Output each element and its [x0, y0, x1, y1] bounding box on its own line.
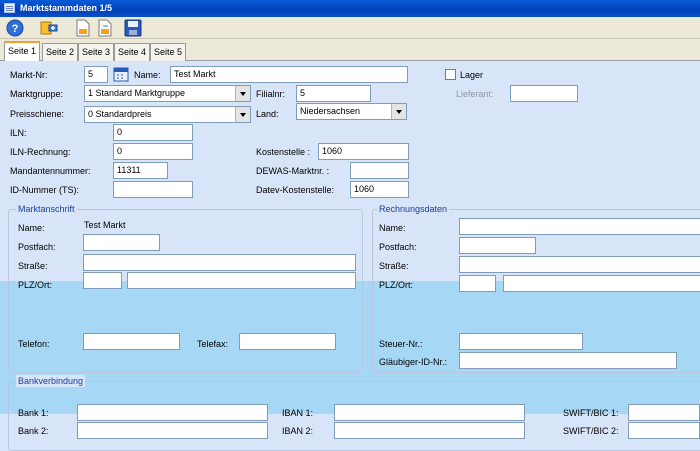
rd-postfach-field[interactable] — [459, 237, 536, 254]
ma-telefon-label: Telefon: — [18, 339, 50, 349]
ma-ort-field[interactable] — [127, 272, 356, 289]
dewas-field[interactable] — [350, 162, 409, 179]
iln-rechnung-label: ILN-Rechnung: — [10, 147, 71, 157]
mandantennummer-field[interactable]: 11311 — [113, 162, 168, 179]
land-value: Niedersachsen — [300, 106, 361, 116]
chevron-down-icon[interactable] — [391, 104, 406, 119]
ma-plz-ort-label: PLZ/Ort: — [18, 280, 53, 290]
tab-seite-4[interactable]: Seite 4 — [114, 43, 151, 61]
title-bar: Marktstammdaten 1/5 — [0, 0, 700, 17]
ma-telefax-label: Telefax: — [197, 339, 229, 349]
rd-steuer-field[interactable] — [459, 333, 583, 350]
ma-name-value: Test Markt — [84, 220, 126, 230]
lieferant-field[interactable] — [510, 85, 578, 102]
marktgruppe-select[interactable]: 1 Standard Marktgruppe — [84, 85, 251, 102]
iban1-field[interactable] — [334, 404, 525, 421]
bank1-label: Bank 1: — [18, 408, 49, 418]
rd-steuer-label: Steuer-Nr.: — [379, 339, 423, 349]
ma-strasse-field[interactable] — [83, 254, 356, 271]
iln-field[interactable]: 0 — [113, 124, 193, 141]
rechnungsdaten-title: Rechnungsdaten — [377, 203, 450, 215]
ma-name-label: Name: — [18, 223, 45, 233]
name-field[interactable]: Test Markt — [170, 66, 408, 83]
preisschiene-select[interactable]: 0 Standardpreis — [84, 106, 251, 123]
rd-strasse-field[interactable] — [459, 256, 700, 273]
land-select[interactable]: Niedersachsen — [296, 103, 407, 120]
markt-nr-label: Markt-Nr: — [10, 70, 48, 80]
marktanschrift-title: Marktanschrift — [16, 203, 77, 215]
filialnr-label: Filialnr: — [256, 89, 286, 99]
iban2-field[interactable] — [334, 422, 525, 439]
mandantennummer-label: Mandantennummer: — [10, 166, 91, 176]
rd-name-label: Name: — [379, 223, 406, 233]
id-nummer-field[interactable] — [113, 181, 193, 198]
swift2-field[interactable] — [628, 422, 700, 439]
swift1-label: SWIFT/BIC 1: — [563, 408, 619, 418]
rd-strasse-label: Straße: — [379, 261, 409, 271]
ma-postfach-label: Postfach: — [18, 242, 56, 252]
marktgruppe-value: 1 Standard Marktgruppe — [88, 88, 186, 98]
tab-seite-5[interactable]: Seite 5 — [150, 43, 187, 61]
name-label: Name: — [134, 70, 161, 80]
rd-glaeubiger-label: Gläubiger-ID-Nr.: — [379, 357, 448, 367]
rd-plz-field[interactable] — [459, 275, 496, 292]
marktgruppe-label: Marktgruppe: — [10, 89, 64, 99]
rd-glaeubiger-field[interactable] — [459, 352, 677, 369]
rd-plz-ort-label: PLZ/Ort: — [379, 280, 414, 290]
lieferant-label: Lieferant: — [456, 89, 494, 99]
copy-document-icon[interactable] — [96, 19, 114, 37]
ma-telefax-field[interactable] — [239, 333, 336, 350]
bankverbindung-title: Bankverbindung — [16, 375, 86, 387]
ma-strasse-label: Straße: — [18, 261, 48, 271]
svg-text:?: ? — [12, 23, 19, 35]
calendar-lookup-icon[interactable] — [113, 66, 129, 82]
tab-seite-1[interactable]: Seite 1 — [4, 41, 41, 61]
bank1-field[interactable] — [77, 404, 268, 421]
lager-label: Lager — [460, 70, 484, 80]
chevron-down-icon[interactable] — [235, 86, 250, 101]
form-content: Markt-Nr: 5 Name: Test Markt Lager Markt… — [0, 61, 700, 451]
filialnr-field[interactable]: 5 — [296, 85, 371, 102]
preisschiene-label: Preisschiene: — [10, 109, 65, 119]
window-title: Marktstammdaten 1/5 — [20, 3, 113, 13]
toolbar: ? — [0, 17, 700, 39]
tab-seite-2[interactable]: Seite 2 — [42, 43, 79, 61]
preisschiene-value: 0 Standardpreis — [88, 109, 152, 119]
datev-field[interactable]: 1060 — [350, 181, 409, 198]
window-icon — [4, 3, 15, 13]
chevron-down-icon[interactable] — [235, 107, 250, 122]
tab-seite-3[interactable]: Seite 3 — [78, 43, 115, 61]
lager-checkbox[interactable] — [445, 69, 456, 80]
save-disk-icon[interactable] — [124, 19, 142, 37]
id-nummer-label: ID-Nummer (TS): — [10, 185, 79, 195]
new-record-icon[interactable] — [40, 19, 58, 37]
rd-postfach-label: Postfach: — [379, 242, 417, 252]
ma-postfach-field[interactable] — [83, 234, 160, 251]
iban1-label: IBAN 1: — [282, 408, 314, 418]
dewas-label: DEWAS-Marktnr. : — [256, 166, 330, 176]
kostenstelle-label: Kostenstelle : — [256, 147, 311, 157]
rd-name-field[interactable] — [459, 218, 700, 235]
markt-nr-field[interactable]: 5 — [84, 66, 108, 83]
datev-label: Datev-Kostenstelle: — [256, 185, 335, 195]
iln-rechnung-field[interactable]: 0 — [113, 143, 193, 160]
iban2-label: IBAN 2: — [282, 426, 314, 436]
land-label: Land: — [256, 109, 279, 119]
bank2-field[interactable] — [77, 422, 268, 439]
iln-label: ILN: — [10, 128, 27, 138]
open-document-icon[interactable] — [74, 19, 92, 37]
tab-strip: Seite 1 Seite 2 Seite 3 Seite 4 Seite 5 — [0, 39, 700, 61]
kostenstelle-field[interactable]: 1060 — [318, 143, 409, 160]
bank2-label: Bank 2: — [18, 426, 49, 436]
swift1-field[interactable] — [628, 404, 700, 421]
help-icon[interactable]: ? — [6, 19, 24, 37]
swift2-label: SWIFT/BIC 2: — [563, 426, 619, 436]
rd-ort-field[interactable] — [503, 275, 700, 292]
ma-telefon-field[interactable] — [83, 333, 180, 350]
ma-plz-field[interactable] — [83, 272, 122, 289]
